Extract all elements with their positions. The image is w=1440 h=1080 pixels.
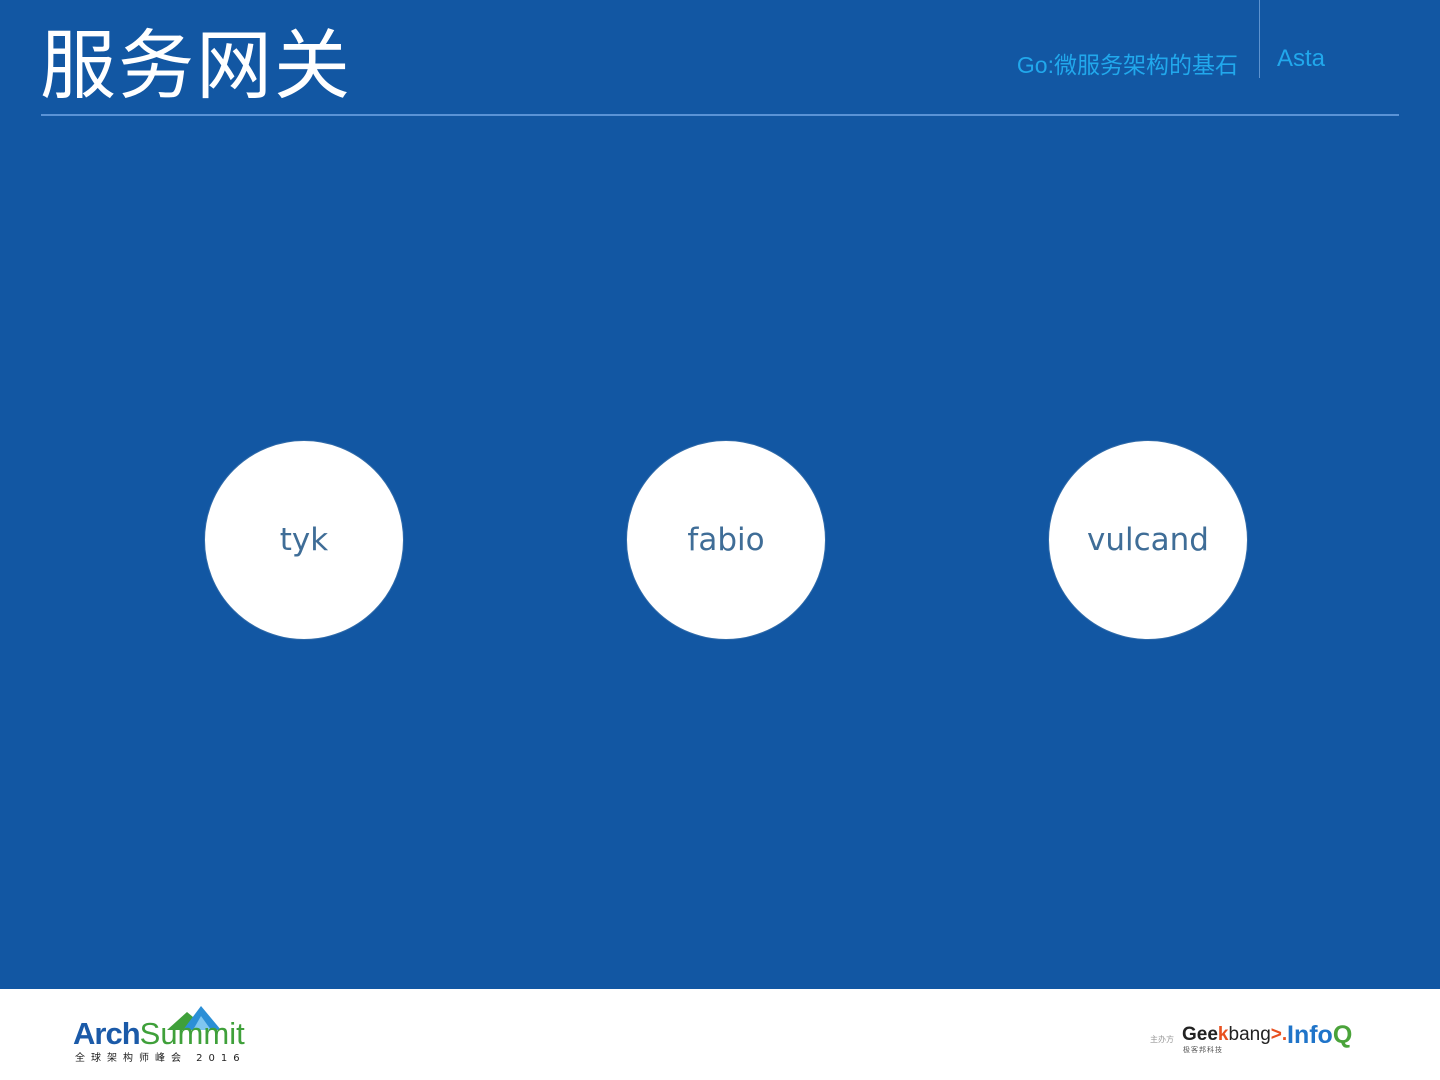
- infoq-logo: InfoQ: [1287, 1021, 1353, 1049]
- header-divider: [1259, 0, 1260, 78]
- gateway-label: vulcand: [1087, 522, 1209, 558]
- geekbang-subtitle: 极客邦科技: [1183, 1046, 1223, 1054]
- gateway-label: tyk: [279, 522, 329, 558]
- talk-subtitle: Go:微服务架构的基石: [1016, 52, 1238, 78]
- archsummit-summit-text: Summit: [139, 1016, 245, 1051]
- gateway-circle-vulcand: vulcand: [1048, 440, 1248, 640]
- author-name: Asta: [1277, 45, 1326, 72]
- organizer-label: 主办方: [1150, 1035, 1174, 1044]
- archsummit-arch-text: Arch: [73, 1016, 141, 1051]
- gateway-circle-tyk: tyk: [204, 440, 404, 640]
- archsummit-subtitle: 全球架构师峰会 2016: [75, 1053, 246, 1064]
- slide-title: 服务网关: [40, 21, 352, 110]
- archsummit-logo: ArchSummit 全球架构师峰会 2016: [73, 1004, 253, 1064]
- gateway-label: fabio: [687, 522, 765, 558]
- title-underline: [41, 114, 1399, 116]
- geekbang-logo: Geekbang>.: [1182, 1024, 1288, 1045]
- slide: 服务网关 Go:微服务架构的基石 Asta tyk fabio vulcand: [0, 0, 1440, 989]
- gateway-circle-fabio: fabio: [626, 440, 826, 640]
